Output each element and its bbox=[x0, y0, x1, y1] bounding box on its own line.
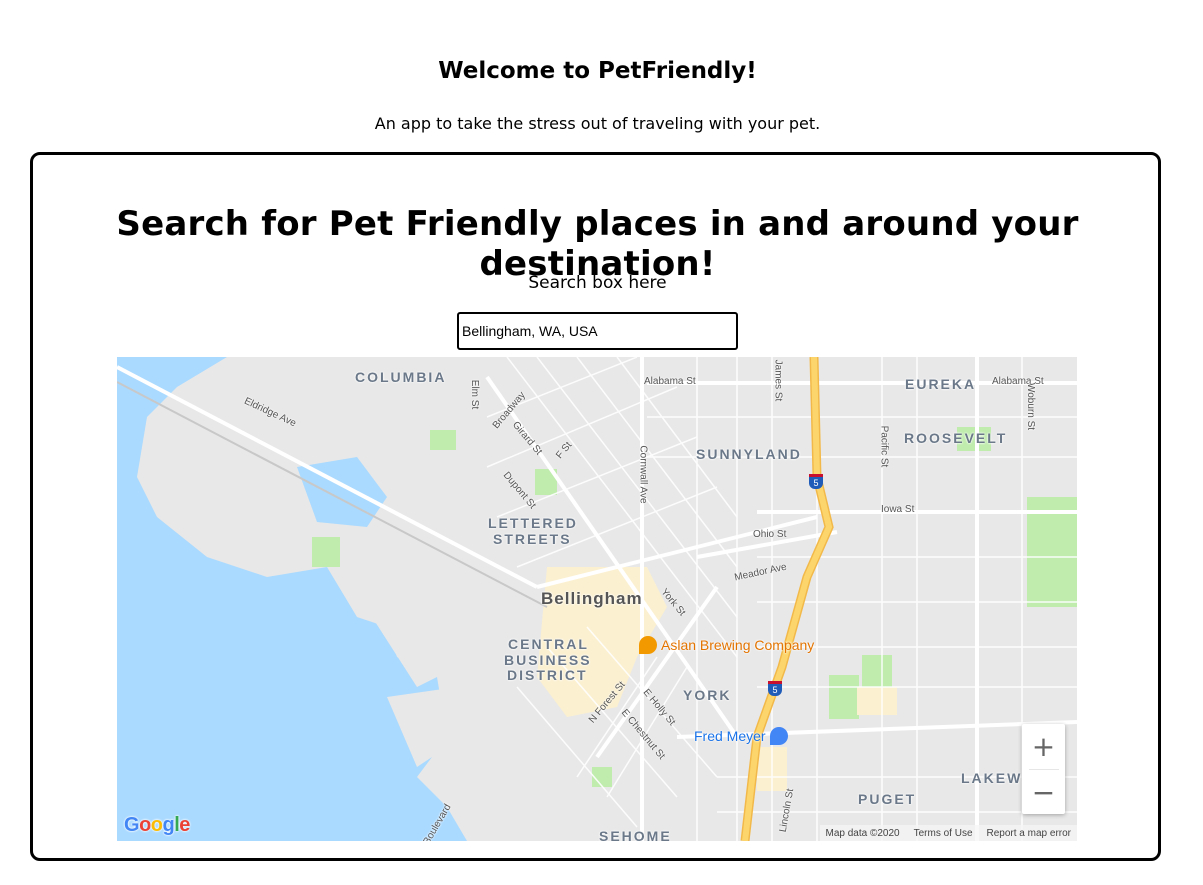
zoom-out-button[interactable]: − bbox=[1022, 770, 1065, 815]
neighborhood-label: LAKEW bbox=[961, 770, 1023, 786]
poi-label: Aslan Brewing Company bbox=[661, 637, 815, 653]
neighborhood-label: BUSINESS bbox=[504, 652, 592, 668]
poi-aslan-brewing[interactable]: Aslan Brewing Company bbox=[639, 636, 814, 654]
poi-fred-meyer[interactable]: Fred Meyer bbox=[694, 727, 788, 745]
street-label: Woburn St bbox=[1025, 382, 1037, 431]
neighborhood-label: STREETS bbox=[493, 531, 572, 547]
poi-label: Fred Meyer bbox=[694, 728, 766, 744]
map-data-text: Map data ©2020 bbox=[825, 827, 900, 839]
city-label: Bellingham bbox=[541, 589, 643, 608]
neighborhood-label: EUREKA bbox=[905, 376, 977, 392]
street-label: James St bbox=[772, 359, 784, 402]
interstate-5-shield-icon: 5 bbox=[768, 681, 782, 696]
neighborhood-label: DISTRICT bbox=[507, 667, 588, 683]
street-label: Iowa St bbox=[881, 504, 915, 515]
terms-of-use-link[interactable]: Terms of Use bbox=[914, 828, 973, 839]
zoom-in-button[interactable]: + bbox=[1022, 724, 1065, 769]
welcome-heading: Welcome to PetFriendly! bbox=[438, 58, 757, 84]
neighborhood-label: PUGET bbox=[858, 791, 917, 807]
street-label: Ohio St bbox=[753, 529, 787, 540]
street-label: Pacific St bbox=[878, 425, 890, 468]
neighborhood-label: COLUMBIA bbox=[355, 369, 447, 385]
tagline: An app to take the stress out of traveli… bbox=[374, 114, 821, 133]
neighborhood-label: ROOSEVELT bbox=[904, 430, 1008, 446]
map[interactable]: COLUMBIA EUREKA SUNNYLAND ROOSEVELT LETT… bbox=[117, 357, 1077, 841]
search-input[interactable] bbox=[457, 312, 738, 350]
street-label: Elm St bbox=[469, 379, 481, 410]
street-label: Alabama St bbox=[644, 376, 696, 387]
report-map-error-link[interactable]: Report a map error bbox=[987, 828, 1071, 839]
shopping-pin-icon bbox=[769, 727, 788, 745]
neighborhood-label: SUNNYLAND bbox=[696, 446, 802, 462]
neighborhood-label: SEHOME bbox=[599, 828, 672, 841]
neighborhood-label: LETTERED bbox=[488, 515, 578, 531]
restaurant-pin-icon bbox=[639, 636, 657, 654]
page: Welcome to PetFriendly! An app to take t… bbox=[0, 0, 1203, 885]
neighborhood-label: YORK bbox=[683, 687, 732, 703]
neighborhood-label: CENTRAL bbox=[508, 636, 589, 652]
street-label: Cornwall Ave bbox=[637, 445, 649, 504]
search-card-title: Search for Pet Friendly places in and ar… bbox=[116, 204, 1079, 284]
google-logo: Google bbox=[124, 814, 190, 836]
zoom-control: + − bbox=[1022, 724, 1065, 814]
map-attribution: Map data ©2020 Terms of Use Report a map… bbox=[819, 825, 1077, 841]
interstate-5-shield-icon: 5 bbox=[809, 474, 823, 489]
search-label: Search box here bbox=[528, 273, 667, 293]
